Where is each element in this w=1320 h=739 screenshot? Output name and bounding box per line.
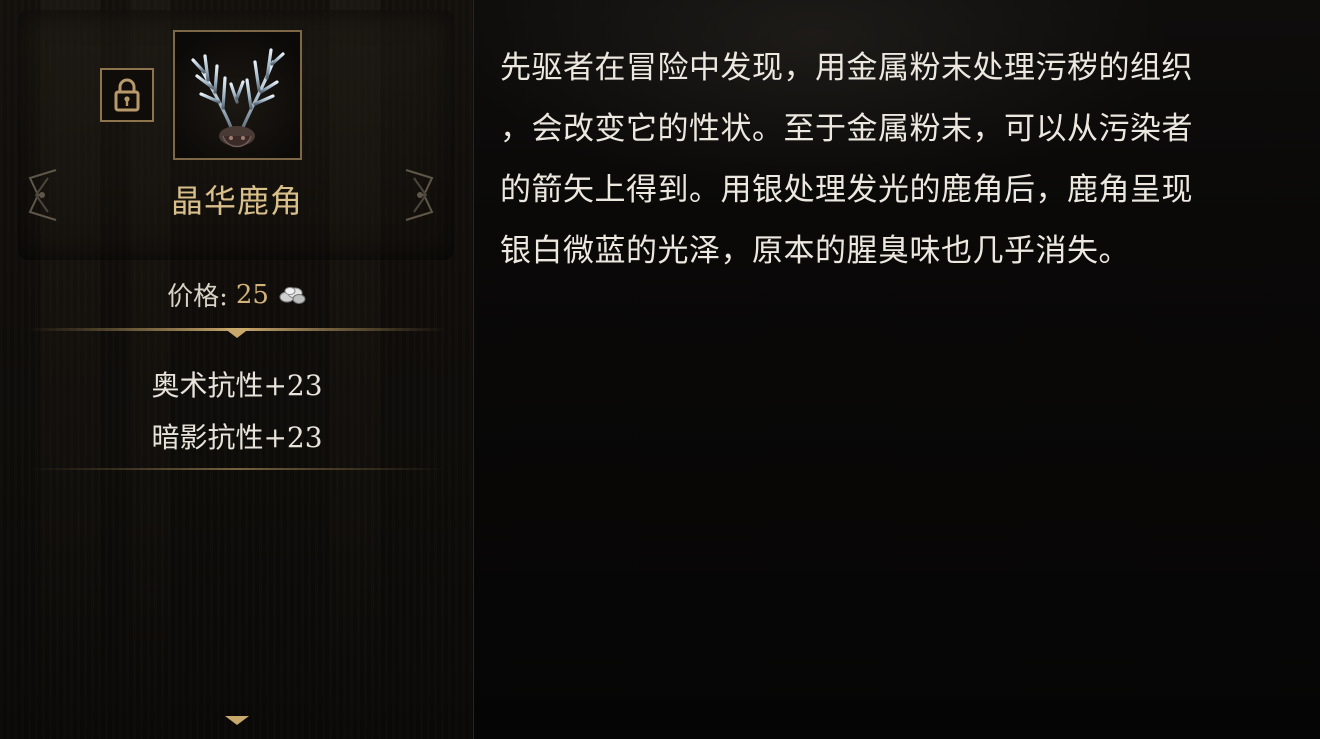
section-divider: [28, 468, 446, 470]
lock-button[interactable]: [100, 68, 154, 122]
stat-line: 暗影抗性+23: [151, 421, 323, 454]
price-row: 价格: 25: [0, 276, 473, 313]
item-stats: 奥术抗性+23 暗影抗性+23: [0, 360, 473, 464]
silver-coins-icon: [279, 286, 306, 304]
section-divider: [28, 328, 446, 338]
item-description: 先驱者在冒险中发现，用金属粉末处理污秽的组织 ，会改变它的性状。至于金属粉末，可…: [500, 50, 1193, 269]
scroll-down-arrow-icon[interactable]: [222, 714, 252, 726]
item-description-panel: 先驱者在冒险中发现，用金属粉末处理污秽的组织 ，会改变它的性状。至于金属粉末，可…: [474, 0, 1320, 739]
stat-line: 奥术抗性+23: [151, 369, 323, 402]
price-label: 价格:: [167, 282, 228, 312]
item-image-slot[interactable]: [173, 30, 302, 160]
price-value: 25: [235, 279, 269, 310]
padlock-icon: [114, 78, 140, 112]
item-name: 晶华鹿角: [170, 182, 303, 220]
crystal-antler-icon: [191, 48, 285, 148]
item-summary-panel: 晶华鹿角 价格: 25 奥术抗性+23 暗影抗性+23: [0, 0, 474, 739]
item-tooltip: 晶华鹿角 价格: 25 奥术抗性+23 暗影抗性+23 先驱者在冒险中发现，用金…: [0, 0, 1320, 739]
